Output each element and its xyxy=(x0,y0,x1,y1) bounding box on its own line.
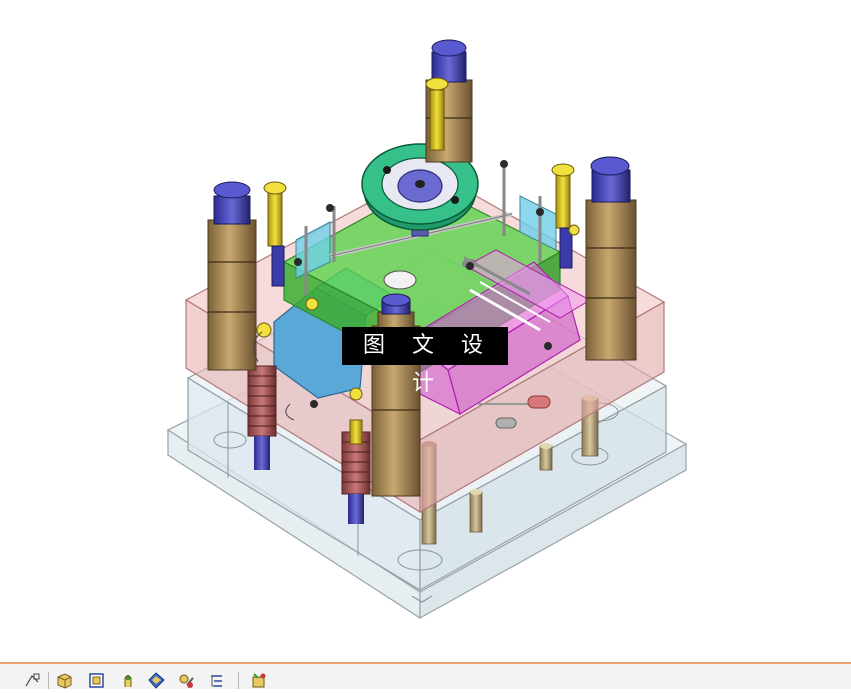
watermark-label: 图 文 设 计 xyxy=(342,327,508,396)
guide-pillar-left xyxy=(207,181,257,371)
feature-icon[interactable] xyxy=(120,672,137,689)
shaded-view-icon[interactable] xyxy=(148,672,165,689)
rebuild-icon[interactable] xyxy=(250,672,267,689)
sketch-icon[interactable] xyxy=(24,672,41,689)
toolbar-divider xyxy=(238,672,239,689)
guide-pillar-right xyxy=(585,156,637,361)
part-icon[interactable] xyxy=(56,672,73,689)
assembly-icon[interactable] xyxy=(88,672,105,689)
cad-viewport[interactable]: 图 文 设 计 xyxy=(0,0,851,662)
bottom-toolbar xyxy=(0,662,851,689)
toolbar-divider xyxy=(48,672,49,689)
edit-component-icon[interactable] xyxy=(178,672,195,689)
hierarchy-icon[interactable] xyxy=(208,672,225,689)
